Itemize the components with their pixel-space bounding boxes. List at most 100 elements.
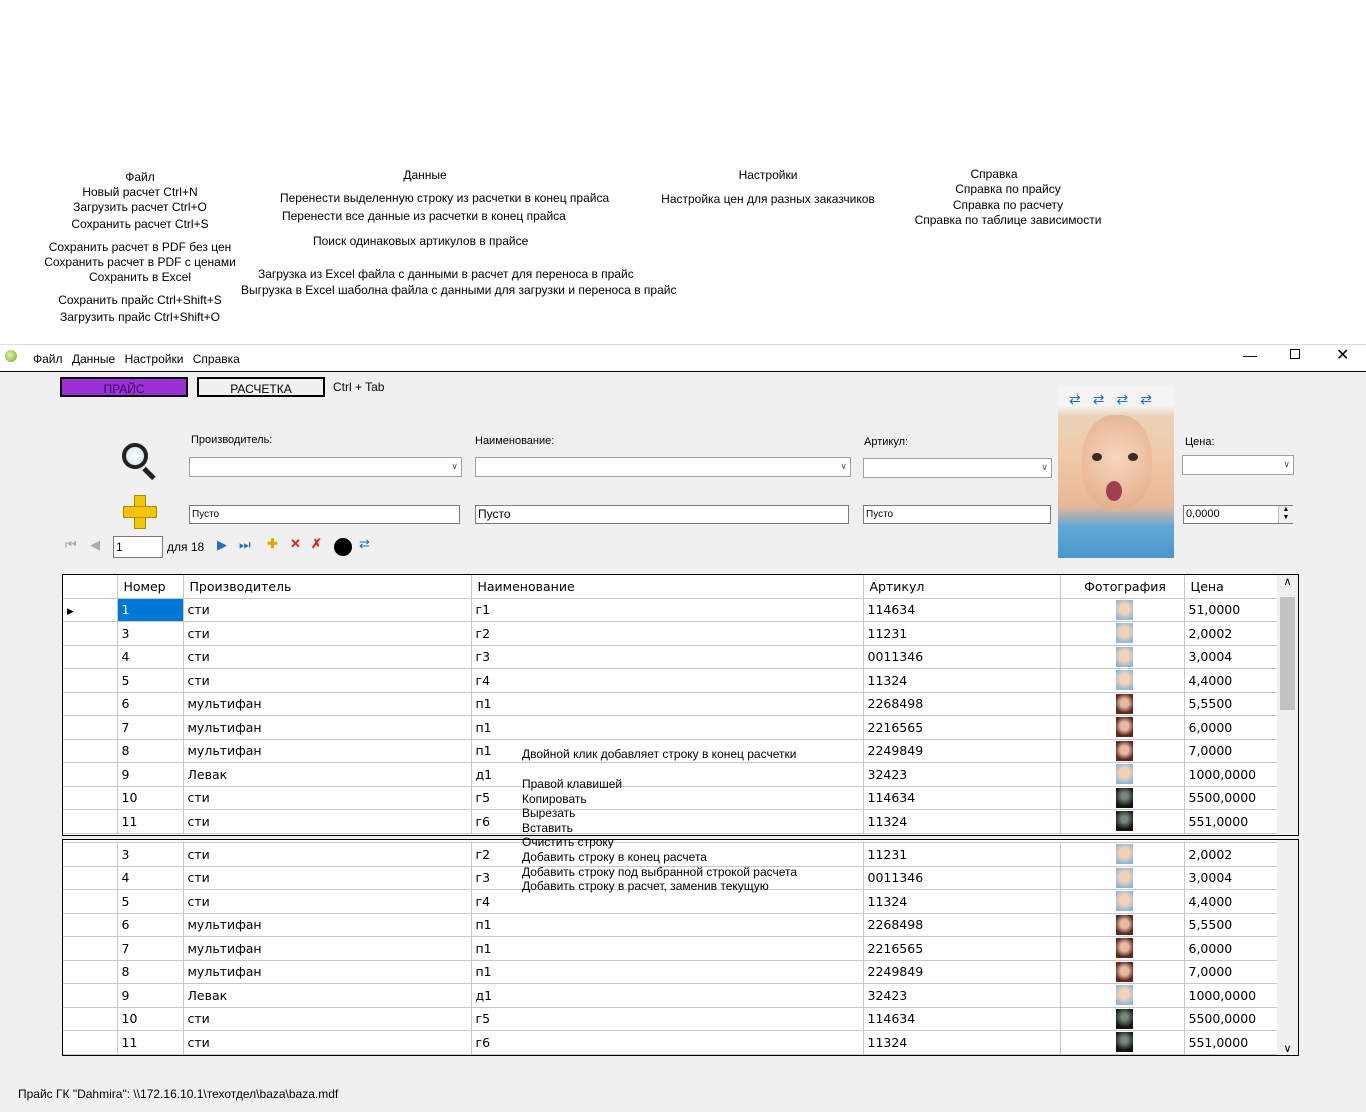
cell-price[interactable]: 6,0000 (1183, 715, 1278, 740)
cell-number[interactable]: 3 (116, 842, 184, 867)
cell-maker[interactable]: сти (182, 809, 472, 834)
cell-number[interactable]: 5 (116, 668, 184, 693)
cell-number[interactable]: 10 (116, 1006, 184, 1031)
cell-price[interactable]: 3,0004 (1183, 865, 1278, 890)
table-row[interactable]: 4 сти г3 0011346 3,0004 (63, 644, 1278, 669)
table-row[interactable]: 9 Левак д1 32423 1000,0000 (63, 983, 1278, 1008)
cell-article[interactable]: 11231 (862, 842, 1061, 867)
table-row[interactable]: 8 мультифан п1 2249849 7,0000 (63, 959, 1278, 984)
cell-photo[interactable] (1059, 644, 1185, 669)
cell-article[interactable]: 11231 (862, 621, 1061, 646)
cell-price[interactable]: 551,0000 (1183, 809, 1278, 834)
cell-maker[interactable]: сти (182, 865, 472, 890)
cell-name[interactable]: п1 (470, 912, 864, 937)
cell-article[interactable]: 11324 (862, 809, 1061, 834)
table-row[interactable]: 5 сти г4 11324 4,4000 (63, 668, 1278, 693)
cell-maker[interactable]: сти (182, 668, 472, 693)
cell-name[interactable]: д1 (470, 983, 864, 1008)
cell-number[interactable]: 3 (116, 621, 184, 646)
cell-photo[interactable] (1059, 865, 1185, 890)
scroll-thumb[interactable] (1280, 597, 1295, 710)
cell-number[interactable]: 6 (116, 912, 184, 937)
new-name-input[interactable]: Пусто (475, 505, 849, 524)
price-spin-buttons[interactable]: ▲ ▼ (1278, 506, 1293, 523)
cell-price[interactable]: 4,4000 (1183, 889, 1278, 914)
menu-settings[interactable]: Настройки (125, 352, 184, 366)
cell-photo[interactable] (1059, 738, 1185, 763)
cell-maker[interactable]: мультифан (182, 959, 472, 984)
cell-name[interactable]: г3 (470, 644, 864, 669)
table-row[interactable]: ▶ 1 сти г1 114634 51,0000 (63, 597, 1278, 622)
cell-name[interactable]: п1 (470, 715, 864, 740)
menu-file[interactable]: Файл (33, 352, 63, 366)
row-header[interactable] (63, 1006, 118, 1031)
cell-maker[interactable]: сти (182, 644, 472, 669)
row-header[interactable] (63, 668, 118, 693)
row-header[interactable] (63, 842, 118, 867)
cell-photo[interactable] (1059, 912, 1185, 937)
cell-price[interactable]: 3,0004 (1183, 644, 1278, 669)
cell-maker[interactable]: Левак (182, 762, 472, 787)
cell-price[interactable]: 2,0002 (1183, 842, 1278, 867)
cell-number[interactable]: 5 (116, 889, 184, 914)
restore-icon[interactable] (1290, 349, 1300, 359)
new-article-input[interactable]: Пусто (863, 505, 1051, 524)
price-filter-select[interactable]: ∨ (1182, 455, 1294, 475)
table-row[interactable]: 7 мультифан п1 2216565 6,0000 (63, 936, 1278, 961)
cell-number[interactable]: 4 (116, 644, 184, 669)
grid-scrollbar[interactable]: ∧ (1277, 575, 1298, 835)
photo-refresh-icons[interactable]: ⇄⇄⇄⇄ (1069, 391, 1164, 408)
cell-number[interactable]: 4 (116, 865, 184, 890)
cell-number[interactable]: 9 (116, 983, 184, 1008)
color-icon[interactable] (334, 538, 352, 556)
row-header[interactable] (63, 889, 118, 914)
cell-maker[interactable]: сти (182, 842, 472, 867)
row-header[interactable]: ▶ (63, 597, 118, 622)
table-row[interactable]: 7 мультифан п1 2216565 6,0000 (63, 715, 1278, 740)
cell-photo[interactable] (1059, 715, 1185, 740)
close-icon[interactable]: ✕ (1336, 345, 1349, 365)
cell-maker[interactable]: Левак (182, 983, 472, 1008)
cell-photo[interactable] (1059, 1030, 1185, 1055)
cell-price[interactable]: 1000,0000 (1183, 983, 1278, 1008)
cell-photo[interactable] (1059, 936, 1185, 961)
cell-price[interactable]: 5500,0000 (1183, 785, 1278, 810)
cell-photo[interactable] (1059, 621, 1185, 646)
tab-price[interactable]: ПРАЙС (60, 377, 188, 397)
cell-article[interactable]: 2216565 (862, 715, 1061, 740)
record-position-input[interactable]: 1 (113, 536, 163, 558)
cell-number[interactable]: 7 (116, 715, 184, 740)
menu-data[interactable]: Данные (72, 352, 115, 366)
cell-maker[interactable]: мультифан (182, 912, 472, 937)
col-header-number[interactable]: Номер (116, 575, 184, 599)
cell-name[interactable]: п1 (470, 936, 864, 961)
cell-article[interactable]: 114634 (862, 597, 1061, 622)
cell-number[interactable]: 11 (116, 809, 184, 834)
table-row[interactable]: 6 мультифан п1 2268498 5,5500 (63, 912, 1278, 937)
cell-name[interactable]: г5 (470, 1006, 864, 1031)
cell-photo[interactable] (1059, 959, 1185, 984)
col-header-price[interactable]: Цена (1183, 575, 1278, 599)
calc-grid-scrollbar[interactable]: ∨ (1277, 840, 1298, 1055)
cell-maker[interactable]: мультифан (182, 936, 472, 961)
table-row[interactable]: 11 сти г6 11324 551,0000 (63, 1030, 1278, 1055)
cell-article[interactable]: 2216565 (862, 936, 1061, 961)
refresh-icon[interactable]: ⇄ (359, 536, 370, 552)
cell-name[interactable]: г2 (470, 621, 864, 646)
minimize-icon[interactable]: — (1243, 347, 1257, 363)
cell-photo[interactable] (1059, 668, 1185, 693)
cell-number[interactable]: 6 (116, 691, 184, 716)
cell-article[interactable]: 2249849 (862, 738, 1061, 763)
cell-article[interactable]: 11324 (862, 1030, 1061, 1055)
cell-number[interactable]: 8 (116, 738, 184, 763)
first-record-icon[interactable]: ⏮ (65, 537, 77, 553)
prev-record-icon[interactable]: ◀ (90, 537, 100, 553)
scroll-up-icon[interactable]: ∧ (1277, 575, 1298, 588)
table-row[interactable]: 6 мультифан п1 2268498 5,5500 (63, 691, 1278, 716)
cell-price[interactable]: 2,0002 (1183, 621, 1278, 646)
cell-photo[interactable] (1059, 785, 1185, 810)
cell-price[interactable]: 7,0000 (1183, 959, 1278, 984)
row-header[interactable] (63, 983, 118, 1008)
cell-price[interactable]: 6,0000 (1183, 936, 1278, 961)
cell-price[interactable]: 5500,0000 (1183, 1006, 1278, 1031)
